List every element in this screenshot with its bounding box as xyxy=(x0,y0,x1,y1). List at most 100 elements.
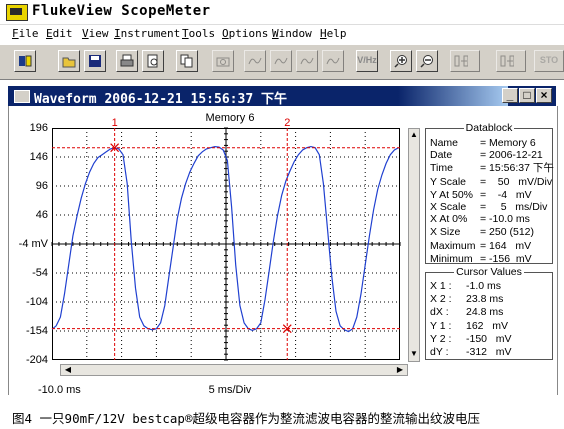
menu-file[interactable]: File xyxy=(12,27,39,40)
cursor-1-label: 1 xyxy=(112,117,118,129)
datablock-key: Maximum xyxy=(430,240,476,253)
cursor-value-key: dX : xyxy=(430,305,449,318)
minimize-button[interactable]: _ xyxy=(502,88,518,103)
waveform-1-button[interactable] xyxy=(244,50,266,72)
save-icon xyxy=(88,54,102,68)
toolbar: V/Hz STO xyxy=(0,44,564,80)
menu-window[interactable]: Window xyxy=(272,27,312,40)
datablock-key: Y At 50% xyxy=(430,188,474,201)
scroll-left-arrow-icon[interactable]: ◀ xyxy=(63,365,73,375)
stop-button[interactable]: STO xyxy=(534,50,564,72)
waveform-window-icon[interactable] xyxy=(14,90,30,103)
cursor-left-button[interactable] xyxy=(450,50,480,72)
datablock-key: Date xyxy=(430,149,453,162)
datablock-value: = 2006-12-21 xyxy=(480,149,543,162)
zoom-out-button[interactable] xyxy=(416,50,438,72)
copy-button[interactable] xyxy=(176,50,198,72)
horizontal-scrollbar[interactable]: ◀ ▶ xyxy=(60,364,408,376)
print-button[interactable] xyxy=(116,50,138,72)
menu-bar: File Edit View Instrument Tools Options Window… xyxy=(0,25,564,43)
waveform-4-icon xyxy=(326,54,340,68)
cursor-left-icon xyxy=(454,54,469,68)
waveform-3-button[interactable] xyxy=(296,50,318,72)
datablock-row: X At 0% = -10.0 ms xyxy=(430,213,530,225)
camera-button[interactable] xyxy=(212,50,234,72)
cursor-value-row: Y 1 : 162 mV xyxy=(430,320,508,332)
cursor-value-value: -1.0 ms xyxy=(466,280,502,292)
print-preview-button[interactable] xyxy=(142,50,164,72)
scopemeter-connect-button[interactable] xyxy=(14,50,36,72)
save-button[interactable] xyxy=(84,50,106,72)
datablock-key: X Scale xyxy=(430,201,467,213)
waveform-window-titlebar[interactable]: Waveform 2006-12-21 15:56:37 下午 _ □ × xyxy=(8,86,556,107)
cursor-value-value: 23.8 ms xyxy=(466,292,504,305)
menu-view[interactable]: View xyxy=(82,27,109,40)
open-icon xyxy=(62,54,76,68)
cursor-value-key: Y 2 : xyxy=(430,333,452,346)
scroll-up-arrow-icon[interactable]: ▲ xyxy=(409,130,419,140)
cursor-values-title: Cursor Values xyxy=(454,266,524,278)
waveform-window-title: Waveform 2006-12-21 15:56:37 下午 xyxy=(34,92,287,107)
menu-options[interactable]: Options xyxy=(222,27,268,40)
y-tick-label: 96 xyxy=(35,180,48,192)
waveform-4-button[interactable] xyxy=(322,50,344,72)
cursor-value-row: Y 2 : -150 mV xyxy=(430,333,512,345)
cursor-values-title-wrap: Cursor Values xyxy=(426,266,552,278)
cursor-right-button[interactable] xyxy=(496,50,526,72)
scroll-down-arrow-icon[interactable]: ▼ xyxy=(409,349,419,359)
cursor-value-key: X 2 : xyxy=(430,292,452,305)
zoom-out-icon xyxy=(420,54,434,68)
cursor-value-value: -150 mV xyxy=(466,333,512,346)
zoom-in-button[interactable] xyxy=(390,50,412,72)
waveform-1-icon xyxy=(248,54,262,68)
close-button[interactable]: × xyxy=(536,88,552,103)
fluke-logo-icon xyxy=(6,4,28,21)
menu-tools[interactable]: Tools xyxy=(182,27,215,40)
datablock-title: Datablock xyxy=(463,122,515,134)
y-tick-label: 146 xyxy=(29,151,48,163)
y-tick-label: -54 xyxy=(32,267,48,279)
copy-icon xyxy=(180,54,194,68)
volt-hz-button[interactable]: V/Hz xyxy=(356,50,378,72)
datablock-value: = 5 ms/Div xyxy=(480,201,548,213)
menu-help[interactable]: Help xyxy=(320,27,347,40)
datablock-key: Y Scale xyxy=(430,176,466,189)
datablock-title-wrap: Datablock xyxy=(426,122,552,134)
stop-label: STO xyxy=(539,55,559,65)
print-preview-icon xyxy=(146,54,160,68)
menu-instrument[interactable]: Instrument xyxy=(114,27,180,40)
cursor-value-value: 24.8 ms xyxy=(466,305,504,318)
datablock-value: = 15:56:37 下午 xyxy=(480,161,554,174)
waveform-2-icon xyxy=(274,54,288,68)
titlebar-gradient xyxy=(398,86,508,106)
waveform-3-icon xyxy=(300,54,314,68)
y-tick-label: 196 xyxy=(29,122,48,134)
cursor-value-value: -312 mV xyxy=(466,346,512,358)
datablock-row: X Scale = 5 ms/Div xyxy=(430,201,547,213)
app-title: FlukeView ScopeMeter xyxy=(32,3,211,19)
datablock-row: Y Scale = 50 mV/Div xyxy=(430,176,552,188)
datablock-row: Y At 50% = -4 mV xyxy=(430,189,532,201)
datablock-key: X Size xyxy=(430,225,461,238)
figure-caption: 图4 一只90mF/12V bestcap®超级电容器作为整流滤波电容器的整流输… xyxy=(12,411,480,426)
scroll-right-arrow-icon[interactable]: ▶ xyxy=(395,365,405,375)
datablock-value: = -10.0 ms xyxy=(480,213,530,226)
waveform-plot[interactable]: 12 xyxy=(51,117,401,361)
print-icon xyxy=(120,54,134,68)
datablock-value: = Memory 6 xyxy=(480,137,536,149)
x-start-label: -10.0 ms xyxy=(38,384,81,396)
scopemeter-connect-icon xyxy=(18,54,32,68)
cursor-value-row: dY : -312 mV xyxy=(430,346,512,358)
datablock-value: = -4 mV xyxy=(480,188,532,201)
open-button[interactable] xyxy=(58,50,80,72)
datablock-row: Name = Memory 6 xyxy=(430,137,536,149)
waveform-2-button[interactable] xyxy=(270,50,292,72)
menu-edit[interactable]: Edit xyxy=(46,27,73,40)
maximize-button[interactable]: □ xyxy=(519,88,535,103)
datablock-row: Minimum = -156 mV xyxy=(430,253,532,265)
cursor-value-value: 162 mV xyxy=(466,320,509,333)
camera-icon xyxy=(216,54,230,68)
vertical-scrollbar[interactable]: ▲ ▼ xyxy=(408,128,420,362)
chart-title: Memory 6 xyxy=(205,112,255,124)
x-axis-label: 5 ms/Div xyxy=(208,384,252,396)
